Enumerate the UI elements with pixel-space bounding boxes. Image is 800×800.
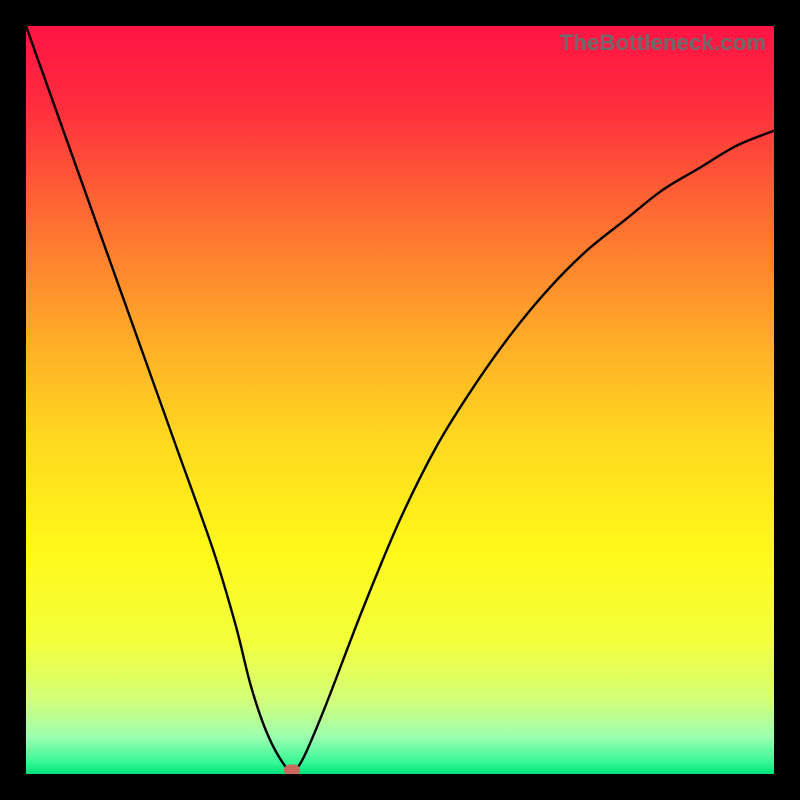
- chart-frame: TheBottleneck.com: [0, 0, 800, 800]
- bottleneck-curve: [26, 26, 774, 774]
- plot-area: TheBottleneck.com: [26, 26, 774, 774]
- min-point-marker: [284, 765, 300, 774]
